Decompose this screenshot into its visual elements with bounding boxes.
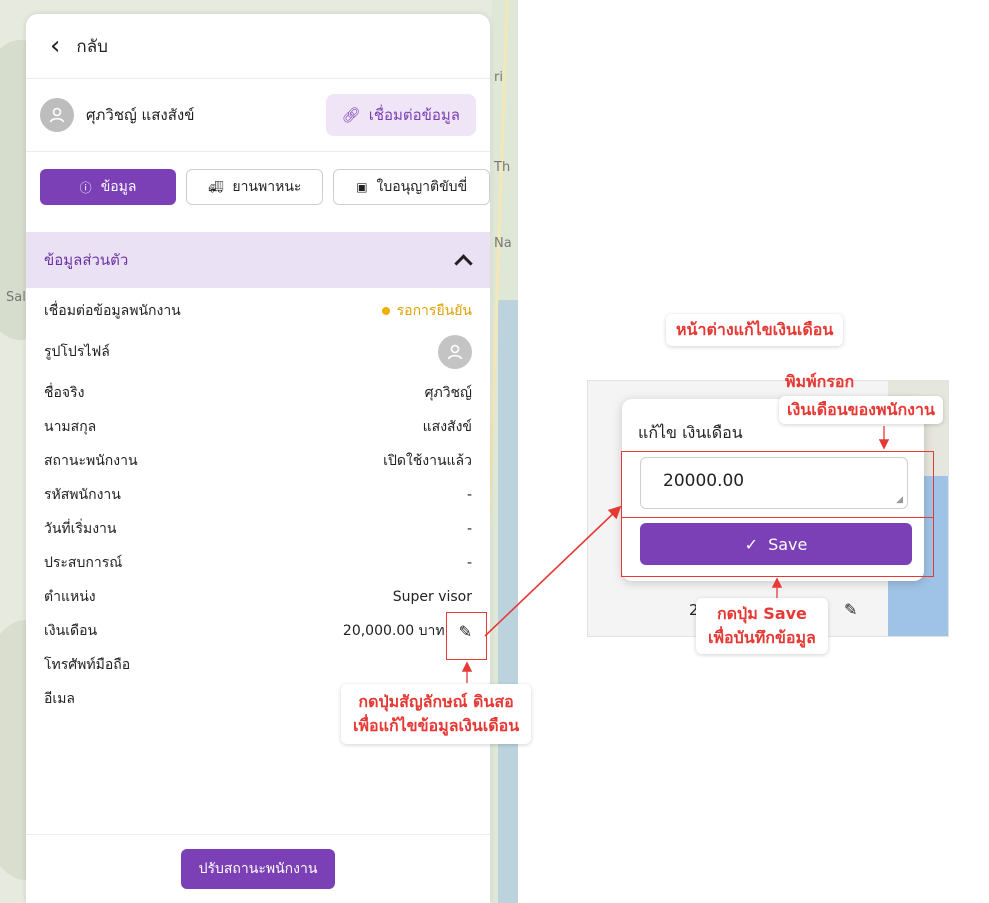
map-label: Sal bbox=[6, 290, 26, 305]
field-label: เงินเดือน bbox=[44, 623, 98, 639]
field-label: ตำแหน่ง bbox=[44, 589, 96, 605]
type-hint-callout-line2: เงินเดือนของพนักงาน bbox=[779, 396, 943, 424]
field-label: เชื่อมต่อข้อมูลพนักงาน bbox=[44, 303, 181, 319]
tab-label: ใบอนุญาติขับขี่ bbox=[376, 179, 468, 195]
callout-text: พิมพ์กรอก bbox=[785, 372, 855, 391]
info-row-connect: เชื่อมต่อข้อมูลพนักงาน รอการยืนยัน bbox=[44, 294, 472, 328]
field-value: เปิดใช้งานแล้ว bbox=[383, 453, 472, 469]
callout-text: กดปุ่ม Save bbox=[716, 604, 807, 623]
personal-info-section-toggle[interactable]: ข้อมูลส่วนตัว bbox=[26, 232, 490, 288]
adjust-status-button[interactable]: ปรับสถานะพนักงาน bbox=[180, 849, 336, 889]
dialog-title: แก้ไข เงินเดือน bbox=[638, 423, 743, 442]
callout-text: เพื่อแก้ไขข้อมูลเงินเดือน bbox=[353, 716, 520, 735]
pencil-icon: ✎ bbox=[844, 600, 858, 619]
field-label: โทรศัพท์มือถือ bbox=[44, 657, 131, 673]
field-value: แสงสังข์ bbox=[422, 419, 472, 435]
status-text: รอการยืนยัน bbox=[396, 303, 472, 319]
field-label: สถานะพนักงาน bbox=[44, 453, 138, 469]
info-icon: ⓘ bbox=[79, 180, 92, 195]
field-value: 20,000.00 บาท bbox=[342, 623, 445, 639]
info-row-status: สถานะพนักงาน เปิดใช้งานแล้ว bbox=[44, 444, 472, 478]
info-row-experience: ประสบการณ์ - bbox=[44, 546, 472, 580]
window-title-callout: หน้าต่างแก้ไขเงินเดือน bbox=[666, 314, 844, 346]
avatar bbox=[40, 98, 74, 132]
field-label: รูปโปรไฟล์ bbox=[44, 344, 110, 360]
field-value: - bbox=[466, 555, 472, 571]
connect-data-button[interactable]: 🔗︎ เชื่อมต่อข้อมูล bbox=[325, 94, 476, 136]
status-dot-icon bbox=[381, 307, 390, 315]
field-label: อีเมล bbox=[44, 691, 76, 707]
personal-info-list: เชื่อมต่อข้อมูลพนักงาน รอการยืนยัน รูปโป… bbox=[26, 288, 490, 716]
field-value: Super visor bbox=[392, 589, 472, 605]
profile-avatar bbox=[438, 335, 472, 369]
map-label: Na bbox=[494, 236, 512, 251]
info-row-salary: เงินเดือน 20,000.00 บาท ✎ bbox=[44, 614, 472, 648]
type-hint-callout-line1: พิมพ์กรอก bbox=[777, 368, 862, 396]
tab-label: ข้อมูล bbox=[100, 179, 137, 195]
info-row-position: ตำแหน่ง Super visor bbox=[44, 580, 472, 614]
back-label: กลับ bbox=[76, 36, 108, 57]
save-highlight-box bbox=[621, 517, 934, 577]
field-value: - bbox=[466, 521, 472, 537]
field-value: - bbox=[466, 487, 472, 503]
field-label: ชื่อจริง bbox=[44, 385, 85, 401]
callout-text: เงินเดือนของพนักงาน bbox=[787, 400, 935, 419]
field-label: นามสกุล bbox=[44, 419, 97, 435]
field-label: ประสบการณ์ bbox=[44, 555, 123, 571]
person-icon bbox=[447, 344, 463, 360]
info-row-firstname: ชื่อจริง ศุภวิชญ์ bbox=[44, 376, 472, 410]
id-card-icon: ▣ bbox=[356, 180, 368, 194]
user-name: ศุภวิชญ์ แสงสังข์ bbox=[86, 106, 195, 124]
link-icon: 🔗︎ bbox=[341, 106, 361, 124]
info-row-profile: รูปโปรไฟล์ bbox=[44, 328, 472, 376]
pencil-highlight-box bbox=[446, 612, 487, 660]
map-label: ri bbox=[494, 70, 503, 85]
status-badge: รอการยืนยัน bbox=[381, 300, 472, 322]
callout-text: กดปุ่มสัญลักษณ์ ดินสอ bbox=[358, 692, 514, 711]
user-header: ศุภวิชญ์ แสงสังข์ 🔗︎ เชื่อมต่อข้อมูล bbox=[26, 79, 490, 152]
back-button[interactable]: ‹ กลับ bbox=[26, 14, 490, 79]
map-water bbox=[498, 300, 518, 903]
tab-vehicles[interactable]: 🚚︎ ยานพาหนะ bbox=[186, 169, 324, 205]
panel-footer: ปรับสถานะพนักงาน bbox=[26, 834, 490, 903]
info-row-start-date: วันที่เริ่มงาน - bbox=[44, 512, 472, 546]
section-title: ข้อมูลส่วนตัว bbox=[44, 251, 129, 269]
tab-info[interactable]: ⓘ ข้อมูล bbox=[40, 169, 177, 205]
info-row-phone: โทรศัพท์มือถือ bbox=[44, 648, 472, 682]
field-value: ศุภวิชญ์ bbox=[424, 385, 472, 401]
field-label: วันที่เริ่มงาน bbox=[44, 521, 117, 537]
tab-license[interactable]: ▣ ใบอนุญาติขับขี่ bbox=[333, 169, 490, 205]
field-label: รหัสพนักงาน bbox=[44, 487, 121, 503]
truck-icon: 🚚︎ bbox=[208, 180, 224, 194]
chevron-up-icon bbox=[454, 253, 473, 273]
map-label: Th bbox=[494, 160, 511, 175]
chevron-left-icon: ‹ bbox=[50, 31, 61, 61]
save-hint-callout: กดปุ่ม Save เพื่อบันทึกข้อมูล bbox=[696, 598, 828, 654]
input-highlight-box bbox=[621, 451, 934, 518]
tab-bar: ⓘ ข้อมูล 🚚︎ ยานพาหนะ ▣ ใบอนุญาติขับขี่ bbox=[26, 152, 490, 222]
info-row-lastname: นามสกุล แสงสังข์ bbox=[44, 410, 472, 444]
edit-hint-callout: กดปุ่มสัญลักษณ์ ดินสอ เพื่อแก้ไขข้อมูลเง… bbox=[341, 684, 532, 744]
person-icon bbox=[49, 107, 65, 123]
callout-text: เพื่อบันทึกข้อมูล bbox=[708, 628, 816, 647]
tab-label: ยานพาหนะ bbox=[232, 179, 302, 195]
employee-panel: ‹ กลับ ศุภวิชญ์ แสงสังข์ 🔗︎ เชื่อมต่อข้อ… bbox=[26, 14, 490, 903]
callout-text: หน้าต่างแก้ไขเงินเดือน bbox=[676, 320, 834, 339]
connect-data-label: เชื่อมต่อข้อมูล bbox=[368, 106, 460, 124]
info-row-code: รหัสพนักงาน - bbox=[44, 478, 472, 512]
